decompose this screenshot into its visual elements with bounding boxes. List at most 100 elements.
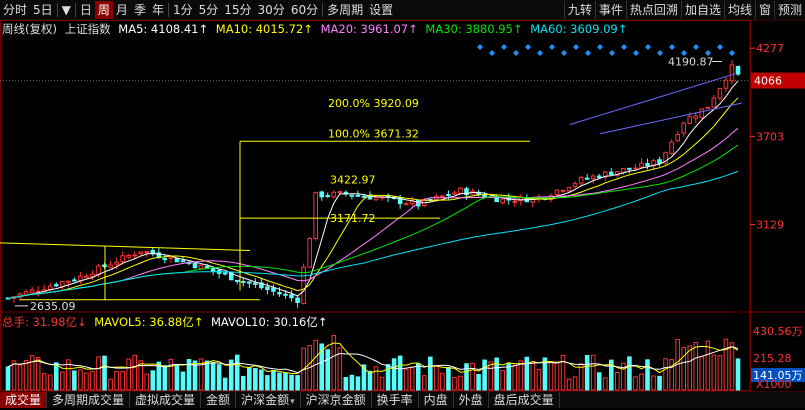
volume-bar: [132, 354, 137, 391]
tb-review[interactable]: 热点回溯: [625, 1, 681, 19]
tab-amount[interactable]: 金额: [201, 392, 237, 408]
volume-bar: [681, 347, 686, 391]
candle: [705, 106, 711, 109]
tab-multi-volume[interactable]: 多周期成交量: [47, 392, 131, 408]
tab-turnover[interactable]: 换手率: [372, 392, 419, 408]
event-marker-icon: [657, 50, 663, 56]
volume-bar: [693, 342, 699, 391]
volume-bar: [470, 362, 475, 391]
volume-bar: [295, 375, 300, 391]
tb-60min[interactable]: 60分: [288, 1, 321, 19]
tb-watchlist[interactable]: 加自选: [680, 1, 724, 19]
tb-year[interactable]: 年: [149, 1, 167, 19]
volume-bar: [421, 375, 427, 391]
tab-hs-amount[interactable]: 沪深金额▾: [236, 392, 301, 408]
volume-bar: [554, 361, 560, 391]
tb-event[interactable]: 事件: [594, 1, 626, 19]
tb-5day[interactable]: 5日: [30, 1, 56, 19]
volume-bar: [102, 355, 107, 391]
candle: [29, 289, 35, 294]
event-marker-icon: [633, 50, 639, 56]
event-marker-icon: [717, 44, 723, 50]
volume-bar: [35, 357, 41, 391]
volume-bar: [391, 358, 397, 391]
tb-week[interactable]: 周: [94, 1, 113, 19]
candle: [693, 115, 699, 119]
volume-bar: [657, 375, 662, 391]
candle: [572, 183, 578, 188]
volume-bar: [494, 357, 499, 391]
volume-bar: [277, 372, 282, 391]
volume-bar: [222, 377, 228, 391]
volume-bar: [144, 373, 150, 391]
volume-bar: [566, 378, 572, 391]
candle: [723, 79, 729, 89]
volume-bar: [259, 369, 264, 391]
tab-volume[interactable]: 成交量: [0, 392, 48, 408]
candle: [265, 286, 270, 290]
volume-bar: [729, 342, 735, 391]
volume-bar: [524, 356, 530, 391]
tab-inner[interactable]: 内盘: [419, 392, 454, 408]
volume-bar: [283, 372, 288, 391]
tb-ma[interactable]: 均线: [723, 1, 755, 19]
tb-5min[interactable]: 5分: [196, 1, 222, 19]
tb-settings[interactable]: 设置: [366, 1, 396, 19]
mavol5-value: MAVOL5: 36.88亿↑: [94, 315, 204, 329]
tb-dropdown[interactable]: ▼: [59, 1, 74, 19]
tb-30min[interactable]: 30分: [255, 1, 288, 19]
candle: [627, 167, 632, 170]
volume-bar: [204, 360, 210, 391]
ma5-line: [7, 80, 739, 299]
volume-bar: [723, 338, 729, 391]
event-marker-icon: [693, 44, 699, 50]
volume-bar: [615, 371, 620, 391]
volume-bar: [428, 356, 433, 391]
event-marker-icon: [537, 50, 543, 56]
candle: [132, 254, 137, 257]
candle: [566, 186, 572, 192]
tb-jiuzhuan[interactable]: 九转: [563, 1, 595, 19]
volume-bar: [482, 359, 487, 391]
price-tick-label: 3129: [756, 219, 784, 232]
tb-month[interactable]: 月: [113, 1, 131, 19]
candle: [609, 171, 614, 176]
kline-chart[interactable]: 4277 3703 3129 4066 200.0% 3920.09 100.0% 367…: [0, 20, 805, 391]
tab-hsj-amount[interactable]: 沪深京金额: [301, 392, 372, 408]
candle: [331, 191, 337, 198]
candle: [180, 260, 186, 263]
candle: [210, 267, 216, 272]
chevron-down-icon: ▾: [290, 397, 295, 407]
period-toolbar: 分时 5日 ▼ 日周月季年 1分 5分 15分 30分 60分 多周期 设置 九转 事件 热点回溯 加自选…: [0, 0, 805, 21]
volume-bar: [5, 366, 11, 391]
volume-bar: [162, 365, 168, 391]
low-annotation: 2635.09: [30, 300, 76, 313]
tb-forecast[interactable]: 预测: [773, 1, 805, 19]
volume-bar: [379, 376, 385, 391]
candle: [452, 192, 457, 195]
tb-multi[interactable]: 多周期: [324, 1, 366, 19]
candle: [198, 264, 204, 270]
tb-1min[interactable]: 1分: [170, 1, 196, 19]
volume-legend: 总手: 31.98亿↓ MAVOL5: 36.88亿↑ MAVOL10: 30.…: [2, 315, 331, 329]
tb-fenshi[interactable]: 分时: [0, 1, 30, 19]
volume-bar: [735, 358, 741, 391]
tb-day[interactable]: 日: [77, 1, 95, 19]
volume-bar: [60, 371, 65, 391]
tb-season[interactable]: 季: [131, 1, 149, 19]
tb-window[interactable]: 窗: [754, 1, 774, 19]
volume-bar: [464, 363, 469, 391]
candle: [277, 292, 282, 295]
indicator-tabs: 成交量 多周期成交量 虚拟成交量 金额 沪深金额▾ 沪深京金额 换手率 内盘 外盘 盘后成交量: [0, 391, 805, 408]
fib-low-label: 3171.72: [330, 212, 376, 225]
volume-bar: [325, 349, 331, 391]
tab-virtual-volume[interactable]: 虚拟成交量: [130, 392, 202, 408]
tb-15min[interactable]: 15分: [221, 1, 254, 19]
tab-afterhours[interactable]: 盘后成交量: [489, 392, 560, 408]
volume-bar: [78, 369, 83, 391]
candle: [699, 108, 705, 119]
tab-outer[interactable]: 外盘: [454, 392, 489, 408]
volume-bar: [174, 365, 180, 391]
candle: [458, 187, 463, 194]
fib-mid-label: 3422.97: [330, 174, 376, 187]
